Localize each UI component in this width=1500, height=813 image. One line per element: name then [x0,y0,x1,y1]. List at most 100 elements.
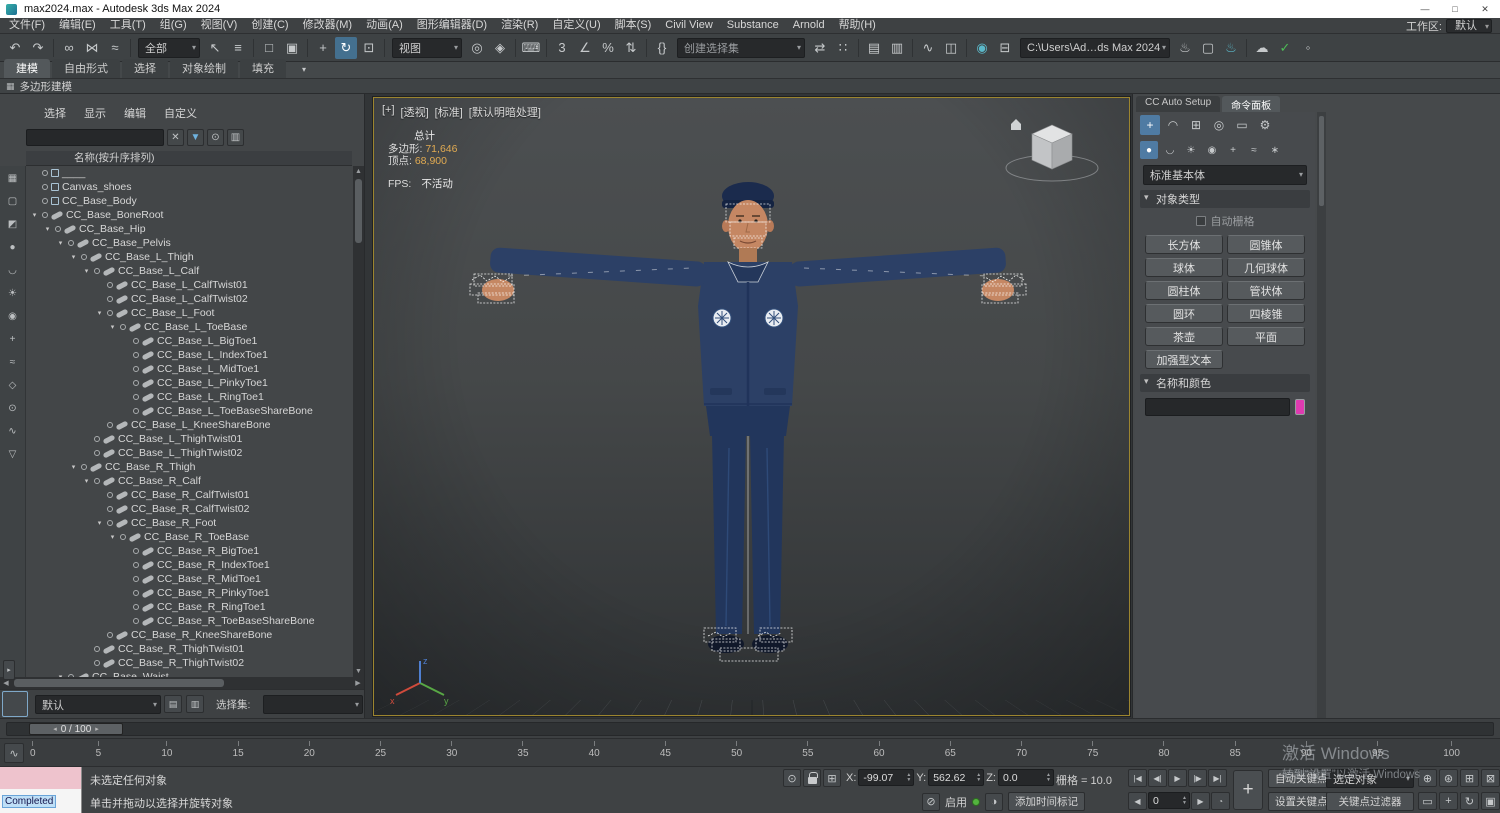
keyboard-shortcut-override-icon[interactable]: ⌨ [520,37,542,59]
scroll-right-icon[interactable]: ▶ [352,677,364,689]
tree-row[interactable]: CC_Base_L_ThighTwist01 [26,432,353,446]
primitive-button[interactable]: 管状体 [1227,281,1305,300]
viewport-label-segment[interactable]: [标准] [435,104,463,120]
tree-row[interactable]: CC_Base_L_ToeBase [26,320,353,334]
show-groups-icon[interactable]: ◇ [4,377,22,393]
selection-filter-combo[interactable]: 全部 [138,37,200,58]
visibility-icon[interactable] [94,478,100,484]
next-key-button[interactable]: ▶ [1191,792,1210,810]
named-selection-set-combo[interactable]: 创建选择集 [677,37,805,58]
lights-category-icon[interactable]: ☀ [1182,141,1200,159]
scrollbar-thumb[interactable] [355,179,362,243]
color-swatch[interactable] [1295,399,1305,415]
ribbon-tab[interactable]: 选择 [122,59,168,78]
select-and-manipulate-icon[interactable]: ◈ [489,37,511,59]
rendered-frame-window-icon[interactable]: ▢ [1197,37,1219,59]
helpers-category-icon[interactable]: + [1224,141,1242,159]
visibility-icon[interactable] [133,366,139,372]
ribbon-tab[interactable]: 对象绘制 [170,59,238,78]
visibility-icon[interactable] [68,240,74,246]
tree-row[interactable]: CC_Base_L_MidToe1 [26,362,353,376]
scroll-up-icon[interactable]: ▲ [353,166,364,177]
expand-arrow[interactable] [82,477,91,485]
tree-row[interactable]: CC_Base_L_Calf [26,264,353,278]
tree-row[interactable]: CC_Base_R_Foot [26,516,353,530]
toolbar-separator[interactable] [1246,38,1247,57]
tree-row[interactable]: CC_Base_BoneRoot [26,208,353,222]
use-pivot-center-icon[interactable]: ◎ [466,37,488,59]
render-setup-icon[interactable]: ♨ [1174,37,1196,59]
explorer-search-input[interactable] [26,128,164,146]
visibility-icon[interactable] [133,618,139,624]
tree-row[interactable]: CC_Base_Pelvis [26,236,353,250]
select-object-icon[interactable]: ↖ [204,37,226,59]
menu-item[interactable]: 渲染(R) [494,18,545,33]
time-marker-icon[interactable]: ◑ [985,792,1003,811]
tree-row[interactable]: CC_Base_R_ThighTwist02 [26,656,353,670]
visibility-icon[interactable] [107,310,113,316]
tree-row[interactable]: CC_Base_L_PinkyToe1 [26,376,353,390]
explorer-menu-item[interactable]: 选择 [44,105,66,121]
scrollbar-thumb[interactable] [14,679,224,687]
command-panel-scrollbar[interactable] [1317,112,1326,718]
primitive-button[interactable]: 四棱锥 [1227,304,1305,323]
select-by-name-icon[interactable]: ≡ [227,37,249,59]
menu-item[interactable]: 创建(C) [244,18,295,33]
modify-tab-icon[interactable]: ◠ [1163,115,1183,135]
menu-item[interactable]: 脚本(S) [608,18,659,33]
time-slider-track[interactable]: 0 / 100 [6,722,1494,736]
redo-icon[interactable]: ↷ [27,37,49,59]
explorer-menu-item[interactable]: 自定义 [164,105,197,121]
help-icon[interactable]: ◦ [1297,37,1319,59]
tree-row[interactable]: CC_Base_L_ToeBaseShareBone [26,404,353,418]
visibility-icon[interactable] [107,422,113,428]
visibility-icon[interactable] [133,548,139,554]
isolate-selection-icon[interactable]: ⊙ [783,769,801,787]
select-and-link-icon[interactable]: ∞ [58,37,80,59]
zoom-region-icon[interactable]: ▭ [1418,792,1437,810]
toolbar-separator[interactable] [384,38,385,57]
visibility-icon[interactable] [133,394,139,400]
go-to-end-button[interactable]: ▶| [1208,769,1227,787]
maximize-viewport-icon[interactable]: ▣ [1481,792,1500,810]
display-tab-icon[interactable]: ▭ [1232,115,1252,135]
show-lights-icon[interactable]: ☀ [4,285,22,301]
tree-row[interactable]: CC_Base_L_CalfTwist01 [26,278,353,292]
menu-item[interactable]: 图形编辑器(D) [410,18,494,33]
visibility-icon[interactable] [133,380,139,386]
edit-named-selection-sets-icon[interactable]: {} [651,37,673,59]
clear-search-icon[interactable]: ✕ [167,128,184,146]
y-spinner[interactable] [974,770,983,785]
hierarchy-tab-icon[interactable]: ⊞ [1186,115,1206,135]
previous-key-button[interactable]: ◀ [1128,792,1147,810]
go-to-start-button[interactable]: |◀ [1128,769,1147,787]
visibility-icon[interactable] [42,184,48,190]
pan-icon[interactable]: + [1439,792,1458,810]
toolbar-separator[interactable] [912,38,913,57]
visibility-icon[interactable] [120,534,126,540]
tree-row[interactable]: CC_Base_R_PinkyToe1 [26,586,353,600]
tree-row[interactable]: CC_Base_R_Thigh [26,460,353,474]
mini-curve-editor-icon[interactable]: ∿ [4,743,24,763]
toolbar-separator[interactable] [646,38,647,57]
text-plus-button[interactable]: 加强型文本 [1145,350,1223,369]
tree-row[interactable]: CC_Base_L_CalfTwist02 [26,292,353,306]
rectangular-selection-region-icon[interactable]: □ [258,37,280,59]
primitive-button[interactable]: 圆锥体 [1227,235,1305,254]
snap-toggle-icon[interactable]: 3 [551,37,573,59]
explorer-preset-combo[interactable]: 默认 [35,695,161,714]
select-and-scale-icon[interactable]: ⊡ [358,37,380,59]
project-folder-icon[interactable]: ⊟ [994,37,1016,59]
menu-item[interactable]: 组(G) [153,18,194,33]
zoom-extents-icon[interactable]: ⊞ [1460,769,1479,787]
reference-coordinate-combo[interactable]: 视图 [392,37,462,58]
expand-arrow[interactable] [82,267,91,275]
visibility-icon[interactable] [107,506,113,512]
menu-item[interactable]: Substance [720,18,786,33]
close-button[interactable]: ✕ [1470,0,1500,18]
toolbar-separator[interactable] [307,38,308,57]
visibility-icon[interactable] [94,450,100,456]
visibility-icon[interactable] [81,254,87,260]
tree-row[interactable]: CC_Base_Body [26,194,353,208]
toolbar-separator[interactable] [53,38,54,57]
